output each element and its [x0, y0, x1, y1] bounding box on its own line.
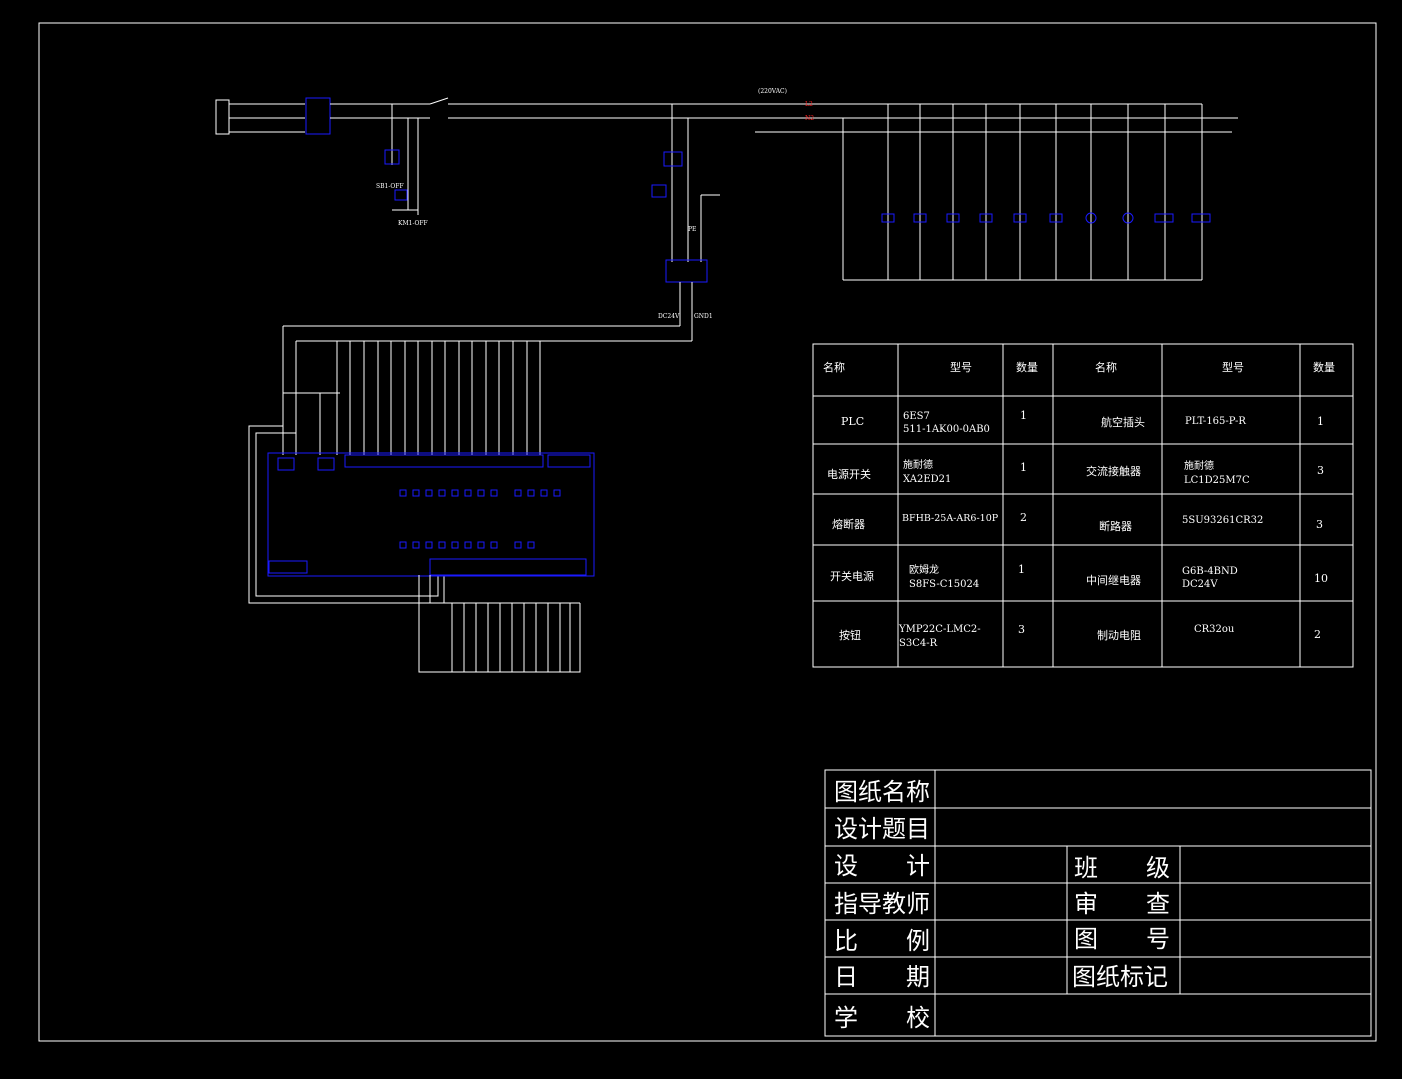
- cad-drawing-canvas: (220VAC) DC24V GND1 KM1-OFF SB1-OFF PE L…: [0, 0, 1402, 1079]
- bom-row-2-qty: 1: [1020, 461, 1027, 474]
- tb-drawing-name: 图纸名称: [834, 778, 930, 806]
- tb-school: 学 校: [834, 1004, 930, 1032]
- bom-row-2-model-2a: 施耐德: [1184, 459, 1214, 472]
- bom-row-1-model-a: 6ES7: [903, 411, 930, 422]
- voltage-label: (220VAC): [758, 88, 787, 95]
- bom-row-2-qty-2: 3: [1317, 464, 1324, 477]
- bom-row-5-model-2: CR32ou: [1194, 624, 1235, 635]
- bom-row-2-model-2b: LC1D25M7C: [1184, 475, 1250, 486]
- bom-row-2-name: 电源开关: [827, 467, 871, 481]
- tb-class: 班 级: [1074, 854, 1170, 882]
- gnd1-label: GND1: [694, 313, 713, 320]
- bom-row-5-name: 按钮: [839, 628, 861, 642]
- tb-design: 设 计: [834, 852, 930, 880]
- bom-row-4-model-2a: G6B-4BND: [1182, 566, 1238, 577]
- l2-tag: L2: [805, 101, 813, 108]
- bom-row-3-qty: 2: [1020, 511, 1027, 524]
- tb-advisor: 指导教师: [834, 890, 930, 918]
- sheet-background: [0, 0, 1402, 1079]
- bom-row-5-qty-2: 2: [1314, 628, 1321, 641]
- bom-header-name: 名称: [823, 360, 845, 374]
- bom-header-model-2: 型号: [1222, 360, 1244, 374]
- bom-row-3-name-2: 断路器: [1099, 519, 1132, 533]
- tb-drawing-no: 图 号: [1074, 925, 1170, 953]
- bom-row-1-name-2: 航空插头: [1101, 415, 1145, 429]
- bom-row-1-model-b: 511-1AK00-0AB0: [903, 424, 990, 435]
- bom-row-5-qty: 3: [1018, 623, 1025, 636]
- bom-row-3-model-2: 5SU93261CR32: [1182, 515, 1263, 526]
- pe-tag: PE: [688, 226, 696, 233]
- bom-header-name-2: 名称: [1095, 360, 1117, 374]
- km-tag: KM1-OFF: [398, 220, 428, 227]
- sb-tag: SB1-OFF: [376, 183, 404, 190]
- tb-design-topic: 设计题目: [834, 815, 930, 843]
- bom-row-4-model-2b: DC24V: [1182, 579, 1218, 590]
- bom-row-2-model-a: 施耐德: [903, 458, 933, 471]
- bom-row-1-model-2: PLT-165-P-R: [1185, 416, 1246, 427]
- bom-header-qty: 数量: [1016, 361, 1038, 374]
- bom-header-model: 型号: [950, 360, 972, 374]
- bom-row-3-model: BFHB-25A-AR6-10P: [902, 513, 999, 524]
- n2-tag: N2: [805, 115, 814, 122]
- bom-row-1-qty-2: 1: [1317, 415, 1324, 428]
- bom-row-2-name-2: 交流接触器: [1086, 464, 1141, 478]
- bom-header-qty-2: 数量: [1313, 361, 1335, 374]
- bom-row-4-model-b: S8FS-C15024: [909, 579, 979, 590]
- bom-row-4-qty-2: 10: [1314, 572, 1328, 585]
- bom-row-4-model-a: 欧姆龙: [909, 563, 939, 576]
- tb-drawing-mark: 图纸标记: [1072, 963, 1168, 991]
- tb-scale: 比 例: [834, 927, 930, 955]
- bom-row-1-name: PLC: [841, 415, 864, 428]
- bom-row-5-model-b: S3C4-R: [899, 638, 938, 649]
- bom-row-1-qty: 1: [1020, 409, 1027, 422]
- dc24v-label: DC24V: [658, 313, 680, 320]
- bom-row-2-model-b: XA2ED21: [903, 474, 951, 485]
- bom-row-5-name-2: 制动电阻: [1097, 629, 1141, 642]
- bom-row-4-qty: 1: [1018, 563, 1025, 576]
- tb-date: 日 期: [834, 963, 930, 991]
- bom-row-5-model-a: YMP22C-LMC2-: [898, 624, 981, 635]
- bom-row-4-name-2: 中间继电器: [1086, 574, 1141, 587]
- bom-row-4-name: 开关电源: [830, 569, 874, 583]
- bom-row-3-qty-2: 3: [1316, 518, 1323, 531]
- bom-row-3-name: 熔断器: [832, 517, 865, 531]
- tb-review: 审 查: [1074, 890, 1170, 918]
